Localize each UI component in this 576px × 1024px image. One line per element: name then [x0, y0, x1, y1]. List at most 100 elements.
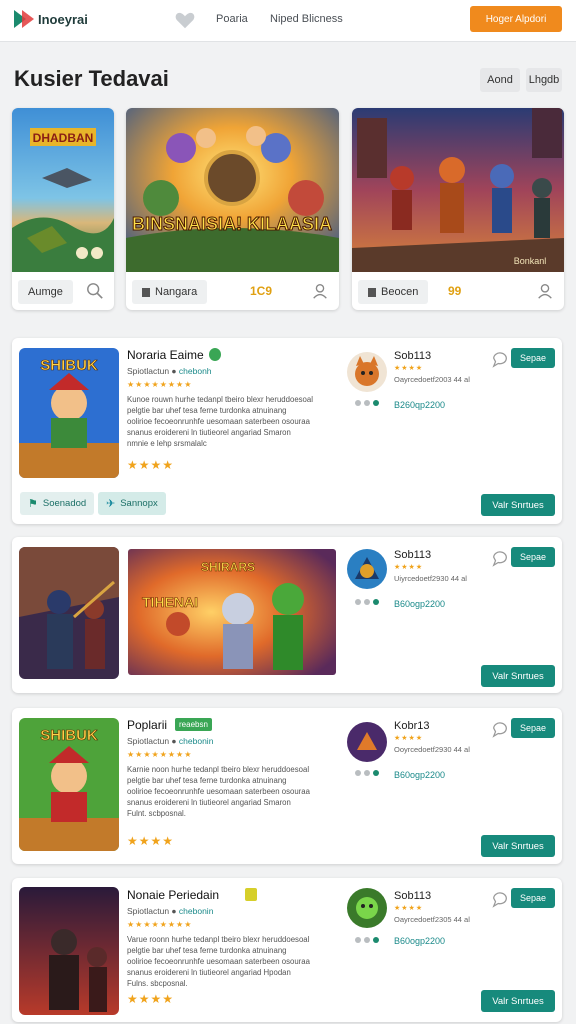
verified-badge-icon — [209, 348, 221, 361]
view-listing-button[interactable]: Valr Snrtues — [481, 990, 555, 1012]
svg-text:SHIBUK: SHIBUK — [40, 357, 98, 374]
rating-stars: ★★★★ — [127, 834, 175, 848]
chat-bubble-icon[interactable] — [491, 549, 509, 567]
filter-pill-lhgdb[interactable]: Lhgdb — [526, 68, 562, 92]
featured-chip[interactable]: Beocen — [358, 280, 429, 304]
search-icon[interactable] — [86, 282, 104, 300]
view-listing-button[interactable]: Valr Snrtues — [481, 665, 555, 687]
developer-link[interactable]: chebonin — [179, 906, 214, 916]
featured-game-art: Bonkanl — [352, 108, 564, 272]
featured-chip[interactable]: Aumge — [18, 280, 73, 304]
rating-stars-small: ★★★★★★★★ — [127, 920, 193, 929]
game-listing-card: SHIRARS TIHENAI Sob113 ★★★★ Uiyrcedoetf2… — [12, 537, 562, 693]
game-listing-card: Nonaie Periedain Spiotlactun ● chebonin … — [12, 878, 562, 1022]
seller-rating: ★★★★ — [394, 905, 424, 912]
primary-cta-button[interactable]: Hoger Alpdori — [470, 6, 562, 32]
status-dots — [355, 770, 379, 776]
view-listing-button[interactable]: Valr Snrtues — [481, 835, 555, 857]
game-thumbnail[interactable] — [19, 887, 119, 1015]
badge-icon — [245, 888, 257, 901]
seller-avatar[interactable] — [347, 722, 387, 762]
view-listing-button[interactable]: Valr Snrtues — [481, 494, 555, 516]
developer-link[interactable]: chebonh — [179, 366, 212, 376]
user-icon[interactable] — [311, 282, 329, 300]
game-description: Kunoe rouwn hurhe tedanpl tbeiro blexr h… — [127, 395, 313, 448]
game-title[interactable]: Noraria Eaime — [127, 348, 204, 362]
game-title[interactable]: Nonaie Periedain — [127, 888, 219, 902]
featured-card[interactable]: BINSNAISIA! KILAASIA Nangara 1C9 — [126, 108, 339, 310]
developer-link[interactable]: chebonin — [179, 736, 214, 746]
game-thumbnail[interactable] — [19, 547, 119, 679]
featured-count: 99 — [448, 284, 462, 298]
featured-count: 1C9 — [250, 284, 273, 298]
flag-icon: ⚑ — [28, 498, 38, 510]
game-listing-card: SHIBUK Noraria Eaime Spiotlactun ● chebo… — [12, 338, 562, 524]
rating-stars: ★★★★ — [127, 992, 175, 1006]
game-subtitle: Spiotlactun ● chebonin — [127, 906, 214, 916]
listing-code: B60ogp2200 — [394, 599, 446, 609]
game-tag: reaebsn — [175, 718, 212, 731]
game-title[interactable]: Poplarii — [127, 718, 167, 732]
rating-stars: ★★★★ — [127, 458, 175, 472]
seller-avatar[interactable] — [347, 888, 387, 928]
bird-icon: ✈ — [106, 498, 116, 510]
top-navigation-bar: Inoeyrai Poaria Niped Blicness Hoger Alp… — [0, 0, 576, 42]
chat-bubble-icon[interactable] — [491, 720, 509, 738]
featured-card[interactable]: DHADBAN Aumge — [12, 108, 114, 310]
rating-stars-small: ★★★★★★★★ — [127, 750, 193, 759]
featured-game-art: BINSNAISIA! KILAASIA — [126, 108, 339, 272]
listing-code: B60ogp2200 — [394, 770, 446, 780]
status-dots — [355, 937, 379, 943]
seller-rating: ★★★★ — [394, 564, 424, 571]
status-dots — [355, 400, 379, 406]
seller-meta: Oayrcedoetf2305 44 al — [394, 915, 470, 924]
seller-meta: Ooyrcedoetf2930 44 al — [394, 745, 470, 754]
nav-link-poaria[interactable]: Poaria — [216, 13, 248, 25]
chat-bubble-icon[interactable] — [491, 350, 509, 368]
user-icon[interactable] — [536, 282, 554, 300]
svg-text:SHIRARS: SHIRARS — [201, 560, 255, 574]
svg-text:SHIBUK: SHIBUK — [40, 727, 98, 744]
bookmark-icon — [368, 287, 376, 297]
chat-bubble-icon[interactable] — [491, 890, 509, 908]
featured-art-title: BINSNAISIA! KILAASIA — [132, 214, 332, 234]
seller-avatar[interactable] — [347, 549, 387, 589]
seller-name[interactable]: Sob113 — [394, 350, 431, 362]
game-description: Varue roonn hurhe tedanpl tbeiro blexr h… — [127, 935, 310, 988]
seller-rating: ★★★★ — [394, 365, 424, 372]
nav-link-niped-blicness[interactable]: Niped Blicness — [270, 13, 343, 25]
status-dots — [355, 599, 379, 605]
save-button[interactable]: Sepae — [511, 718, 555, 738]
save-button[interactable]: Sepae — [511, 888, 555, 908]
svg-text:TIHENAI: TIHENAI — [142, 594, 198, 610]
seller-name[interactable]: Kobr13 — [394, 720, 429, 732]
seller-name[interactable]: Sob113 — [394, 890, 431, 902]
game-description: Karnie noon hurhe tedanpl tbeiro blexr h… — [127, 765, 310, 818]
featured-art-title: Bonkanl — [514, 256, 547, 266]
game-thumbnail[interactable]: SHIBUK — [19, 348, 119, 478]
seller-meta: Uiyrcedoetf2930 44 al — [394, 574, 467, 583]
page-title: Kusier Tedavai — [14, 66, 169, 91]
game-subtitle: Spiotlactun ● chebonh — [127, 366, 212, 376]
soft-action-button[interactable]: ⚑ Soenadod — [20, 492, 95, 515]
rating-stars-small: ★★★★★★★★ — [127, 380, 193, 389]
heart-icon[interactable] — [174, 9, 196, 31]
bookmark-icon — [142, 287, 150, 297]
filter-pill-aond[interactable]: Aond — [480, 68, 520, 92]
brand-logo-icon[interactable] — [12, 8, 36, 30]
game-subtitle: Spiotlactun ● chebonin — [127, 736, 214, 746]
featured-chip[interactable]: Nangara — [132, 280, 208, 304]
game-listing-card: SHIBUK Poplarii reaebsn Spiotlactun ● ch… — [12, 708, 562, 864]
seller-name[interactable]: Sob113 — [394, 549, 431, 561]
seller-rating: ★★★★ — [394, 735, 424, 742]
listing-code: B260qp2200 — [394, 400, 446, 410]
game-banner-art[interactable]: SHIRARS TIHENAI — [128, 549, 336, 675]
save-button[interactable]: Sepae — [511, 547, 555, 567]
game-thumbnail[interactable]: SHIBUK — [19, 718, 119, 851]
brand-name[interactable]: Inoeyrai — [38, 12, 88, 27]
seller-avatar[interactable] — [347, 352, 387, 392]
save-button[interactable]: Sepae — [511, 348, 555, 368]
featured-game-art: DHADBAN — [12, 108, 114, 272]
soft-action-button[interactable]: ✈ Sannopx — [98, 492, 166, 515]
featured-card[interactable]: Bonkanl Beocen 99 — [352, 108, 564, 310]
